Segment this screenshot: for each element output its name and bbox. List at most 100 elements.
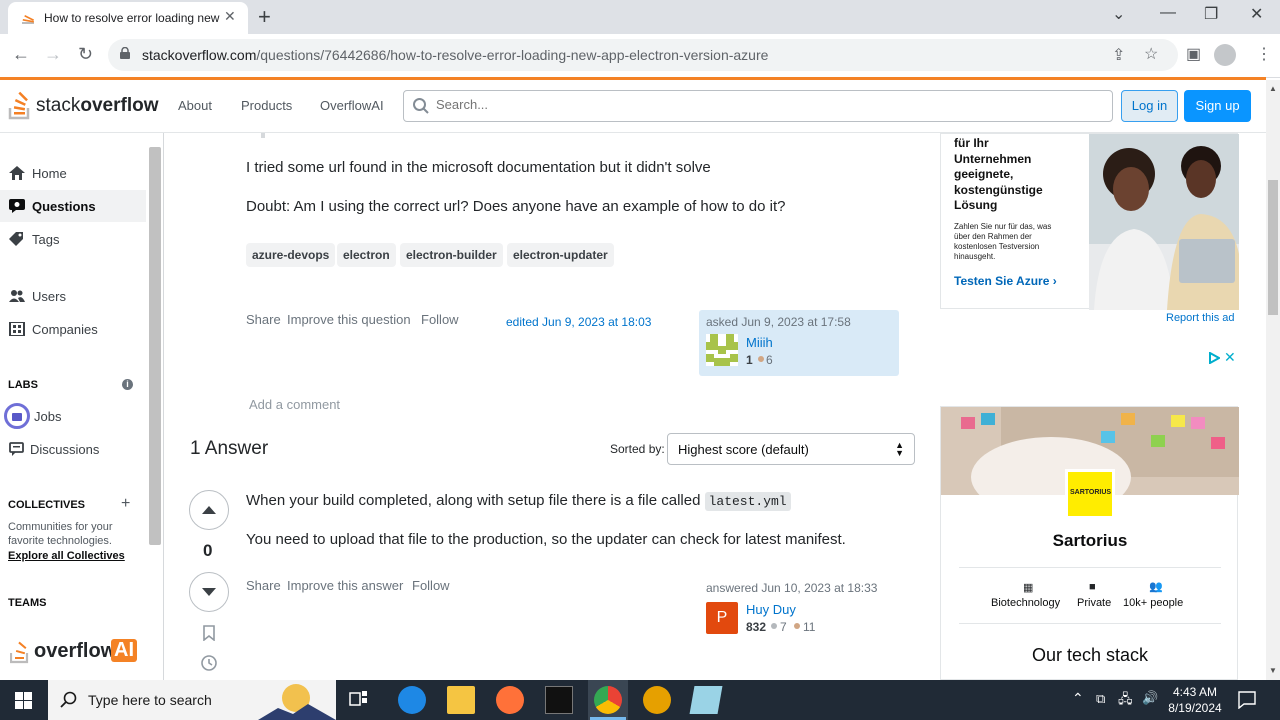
asker-name[interactable]: Miiih <box>746 335 773 350</box>
close-window-icon[interactable]: ✕ <box>1250 4 1263 24</box>
profile-icon[interactable] <box>1214 44 1236 66</box>
tray-chevron-icon[interactable]: ⌃ <box>1072 690 1084 707</box>
signup-button[interactable]: Sign up <box>1184 90 1251 122</box>
tray-device-icon[interactable]: ⧉ <box>1096 691 1105 707</box>
add-comment-link[interactable]: Add a comment <box>249 397 340 412</box>
bookmark-icon[interactable] <box>202 625 216 641</box>
azure-ad[interactable]: für Ihr Unternehmen geeignete, kostengün… <box>940 133 1239 310</box>
login-button[interactable]: Log in <box>1121 90 1178 122</box>
sort-select[interactable]: Highest score (default) ▲ ▼ <box>667 433 915 465</box>
tag-electron-builder[interactable]: electron-builder <box>400 243 503 267</box>
edge-icon[interactable] <box>398 686 426 714</box>
improve-answer-link[interactable]: Improve this answer <box>287 578 403 593</box>
taskbar-search[interactable]: Type here to search <box>48 680 336 720</box>
follow-link[interactable]: Follow <box>412 578 450 593</box>
sidebar-item-discussions[interactable]: Discussions <box>0 433 146 465</box>
search-highlight-image <box>258 684 336 720</box>
explore-collectives-link[interactable]: Explore all Collectives <box>8 550 125 562</box>
coin-app-icon[interactable] <box>643 686 671 714</box>
firefox-icon[interactable] <box>496 686 524 714</box>
menu-dots-icon[interactable]: ⋮ <box>1256 44 1272 64</box>
taskbar-search-placeholder: Type here to search <box>88 692 212 708</box>
terminal-icon[interactable] <box>545 686 573 714</box>
silver-badge-icon <box>771 623 777 629</box>
stackoverflow-logo-icon <box>8 91 30 120</box>
downvote-button[interactable] <box>189 572 229 612</box>
sidebar-item-users[interactable]: Users <box>0 280 146 312</box>
tag-azure-devops[interactable]: azure-devops <box>246 243 336 267</box>
report-ad-link[interactable]: Report this ad <box>1166 312 1234 324</box>
search-icon <box>413 98 429 114</box>
new-tab-icon[interactable]: + <box>258 4 271 30</box>
network-icon[interactable]: 🖧 <box>1118 690 1133 712</box>
add-collective-icon[interactable]: + <box>121 495 130 513</box>
scroll-down-icon[interactable]: ▼ <box>1269 666 1277 675</box>
inline-code: latest.yml <box>704 492 791 511</box>
scroll-thumb[interactable] <box>1268 180 1278 315</box>
upvote-icon <box>202 506 216 514</box>
fact-ownership: Private <box>1077 597 1112 609</box>
start-button[interactable] <box>0 680 48 720</box>
upvote-button[interactable] <box>189 490 229 530</box>
overflow-ai-logo[interactable]: overflow AI <box>10 636 150 666</box>
forward-icon[interactable]: → <box>44 44 62 65</box>
close-tab-icon[interactable]: ✕ <box>224 8 236 25</box>
sidebar-item-companies[interactable]: Companies <box>0 313 146 345</box>
follow-link[interactable]: Follow <box>421 312 459 327</box>
notifications-icon[interactable] <box>1238 691 1256 709</box>
chrome-icon[interactable] <box>594 686 622 714</box>
ad-photo <box>1089 134 1239 310</box>
sartorius-ad[interactable]: SARTORIUS Sartorius ▦ Biotechnology ■ Pr… <box>940 406 1239 680</box>
side-panel-icon[interactable]: ▣ <box>1186 44 1201 64</box>
restore-icon[interactable]: ❐ <box>1204 4 1218 24</box>
volume-icon[interactable]: 🔊 <box>1142 690 1158 706</box>
nav-overflowai[interactable]: OverflowAI <box>320 98 384 113</box>
sidebar-item-tags[interactable]: Tags <box>0 223 146 255</box>
avatar[interactable]: P <box>706 602 738 634</box>
browser-tab[interactable]: How to resolve error loading new ✕ <box>8 2 248 34</box>
minimize-icon[interactable]: — <box>1160 4 1176 22</box>
improve-question-link[interactable]: Improve this question <box>287 312 411 327</box>
history-icon[interactable] <box>200 654 218 672</box>
nav-about[interactable]: About <box>178 98 212 113</box>
sidebar-scrollbar[interactable] <box>149 147 161 545</box>
sidebar-item-label: Companies <box>32 322 98 337</box>
share-icon[interactable]: ⇪ <box>1112 45 1125 65</box>
browser-toolbar: ← → ↻ stackoverflow.com/questions/764426… <box>0 34 1280 78</box>
answerer-rep: 832 <box>746 620 767 634</box>
info-icon[interactable]: i <box>122 379 133 390</box>
edited-link[interactable]: edited Jun 9, 2023 at 18:03 <box>506 315 651 329</box>
tab-search-icon[interactable]: ⌄ <box>1112 4 1125 24</box>
sidebar-item-questions[interactable]: Questions <box>0 190 146 222</box>
sidebar-item-jobs[interactable]: Jobs <box>0 400 146 432</box>
nav-products[interactable]: Products <box>241 98 292 113</box>
browser-tabstrip: How to resolve error loading new ✕ + ⌄ —… <box>0 0 1280 34</box>
sidebar-item-label: Discussions <box>30 442 100 457</box>
taskbar-clock[interactable]: 4:43 AM 8/19/2024 <box>1160 684 1230 716</box>
close-ad-icon[interactable]: ✕ <box>1224 349 1236 366</box>
file-explorer-icon[interactable] <box>447 686 475 714</box>
address-bar[interactable]: stackoverflow.com/questions/76442686/how… <box>108 39 1178 71</box>
azure-cta-link[interactable]: Testen Sie Azure › <box>954 274 1057 288</box>
share-link[interactable]: Share <box>246 578 281 593</box>
tag-electron-updater[interactable]: electron-updater <box>507 243 614 267</box>
task-view-icon[interactable] <box>349 690 369 710</box>
search-input[interactable] <box>436 97 1096 112</box>
bookmark-star-icon[interactable]: ☆ <box>1144 44 1158 64</box>
sidebar-item-label: Users <box>32 289 66 304</box>
scroll-up-icon[interactable]: ▲ <box>1269 84 1277 93</box>
avatar[interactable] <box>706 334 738 366</box>
page-scrollbar[interactable]: ▲ ▼ <box>1266 80 1280 680</box>
tag-electron[interactable]: electron <box>337 243 396 267</box>
share-link[interactable]: Share <box>246 312 281 327</box>
back-icon[interactable]: ← <box>12 44 30 65</box>
site-search[interactable] <box>403 90 1113 122</box>
sidebar-item-home[interactable]: Home <box>0 157 146 189</box>
sartorius-logo: SARTORIUS <box>1065 469 1115 519</box>
reload-icon[interactable]: ↻ <box>78 44 93 65</box>
adchoices-icon[interactable] <box>1208 352 1220 364</box>
stackoverflow-logo[interactable]: stackoverflow <box>8 88 158 122</box>
url-text: stackoverflow.com/questions/76442686/how… <box>142 47 769 63</box>
notepad-icon[interactable] <box>689 686 723 714</box>
answerer-name[interactable]: Huy Duy <box>746 602 796 617</box>
